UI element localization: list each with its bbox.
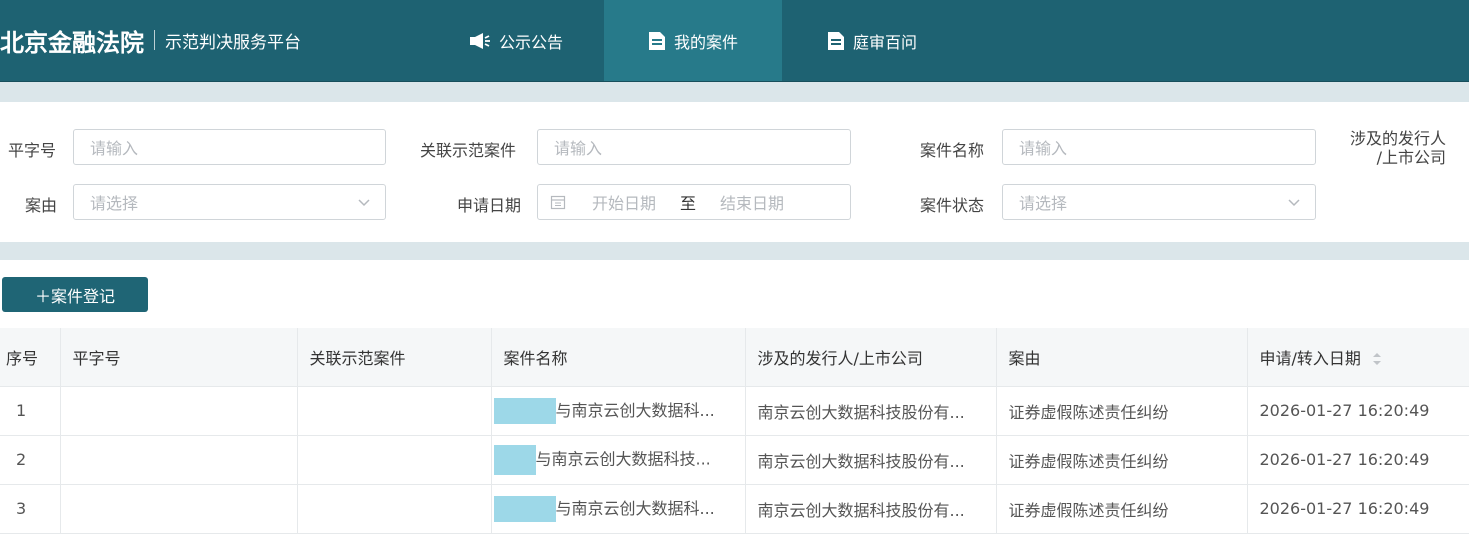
cell-ping-zi-hao	[60, 484, 298, 534]
table-header-row: 序号 平字号 关联示范案件 案件名称 涉及的发行人/上市公司 案由 申请/转入日…	[0, 328, 1469, 387]
nav-label: 公示公告	[498, 32, 563, 52]
cell-index: 2	[0, 435, 61, 485]
nav-label: 庭审百问	[852, 32, 917, 52]
column-header-index: 序号	[0, 328, 61, 387]
issuer-label-line2: /上市公司	[1376, 148, 1447, 167]
column-header-cause: 案由	[996, 328, 1248, 387]
cell-case-name: 与南京云创大数据科...	[491, 484, 746, 534]
date-header-label: 申请/转入日期	[1259, 348, 1361, 368]
document-icon	[827, 31, 844, 50]
cell-date: 2026-01-27 16:20:49	[1247, 386, 1469, 436]
cause-select[interactable]: 请选择	[73, 184, 386, 220]
cell-related-case	[297, 484, 492, 534]
table-row[interactable]: 3 与南京云创大数据科... 南京云创大数据科技股份有... 证券虚假陈述责任纠…	[0, 484, 1469, 534]
brand: 北京金融法院 示范判决服务平台	[0, 22, 301, 58]
filter-label-related-case: 关联示范案件	[420, 141, 517, 160]
cell-related-case	[297, 435, 492, 485]
cell-ping-zi-hao	[60, 386, 298, 436]
nav-my-cases[interactable]: 我的案件	[604, 0, 782, 81]
brand-divider	[154, 30, 155, 50]
table-row[interactable]: 1 与南京云创大数据科... 南京云创大数据科技股份有... 证券虚假陈述责任纠…	[0, 386, 1469, 436]
issuer-label-line1: 涉及的发行人	[1350, 129, 1447, 148]
column-header-issuer: 涉及的发行人/上市公司	[745, 328, 997, 387]
redacted-block	[493, 398, 556, 425]
start-date-input[interactable]: 开始日期	[592, 190, 656, 214]
brand-title: 北京金融法院	[0, 28, 144, 57]
filter-label-case-name: 案件名称	[920, 141, 985, 160]
cell-case-name: 与南京云创大数据科技...	[491, 435, 746, 485]
cell-index: 3	[0, 484, 61, 534]
related-case-input[interactable]: 请输入	[537, 129, 851, 165]
cell-ping-zi-hao	[60, 435, 298, 485]
placeholder: 请输入	[554, 139, 603, 158]
date-separator: 至	[680, 194, 697, 213]
cell-cause: 证券虚假陈述责任纠纷	[996, 435, 1248, 485]
filter-label-apply-date: 申请日期	[457, 196, 522, 215]
filter-label-status: 案件状态	[920, 196, 985, 215]
end-date-input[interactable]: 结束日期	[720, 190, 784, 214]
column-header-case-name: 案件名称	[491, 328, 746, 387]
table-row[interactable]: 2 与南京云创大数据科技... 南京云创大数据科技股份有... 证券虚假陈述责任…	[0, 435, 1469, 485]
placeholder: 请输入	[1019, 139, 1068, 158]
cell-cause: 证券虚假陈述责任纠纷	[996, 484, 1248, 534]
cases-table: 序号 平字号 关联示范案件 案件名称 涉及的发行人/上市公司 案由 申请/转入日…	[0, 328, 1469, 534]
column-header-ping-zi-hao: 平字号	[60, 328, 298, 387]
cell-issuer: 南京云创大数据科技股份有...	[745, 484, 997, 534]
placeholder: 请选择	[1019, 194, 1068, 213]
case-name-text: 与南京云创大数据科...	[555, 498, 715, 518]
document-icon	[648, 31, 665, 50]
redacted-block	[493, 444, 536, 475]
cell-related-case	[297, 386, 492, 436]
chevron-down-icon	[358, 199, 370, 207]
top-header: 北京金融法院 示范判决服务平台 公示公告 我的案件 庭审百问	[0, 0, 1469, 82]
sort-icon[interactable]	[1372, 352, 1382, 366]
placeholder: 请选择	[90, 194, 139, 213]
nav-announcements[interactable]: 公示公告	[428, 0, 604, 81]
calendar-icon	[550, 195, 566, 210]
nav-trial-faq[interactable]: 庭审百问	[782, 0, 962, 81]
brand-subtitle: 示范判决服务平台	[165, 32, 301, 53]
register-case-button[interactable]: ＋案件登记	[2, 277, 148, 312]
cell-cause: 证券虚假陈述责任纠纷	[996, 386, 1248, 436]
cell-date: 2026-01-27 16:20:49	[1247, 435, 1469, 485]
case-name-text: 与南京云创大数据科...	[555, 400, 715, 420]
ping-zi-hao-input[interactable]: 请输入	[73, 129, 386, 165]
nav-label: 我的案件	[673, 32, 738, 52]
chevron-down-icon	[1288, 199, 1300, 207]
cell-date: 2026-01-27 16:20:49	[1247, 484, 1469, 534]
case-name-text: 与南京云创大数据科技...	[535, 449, 711, 468]
case-name-input[interactable]: 请输入	[1002, 129, 1316, 165]
middle-divider-band	[0, 242, 1469, 260]
cell-case-name: 与南京云创大数据科...	[491, 386, 746, 436]
redacted-block	[493, 496, 556, 523]
placeholder: 请输入	[90, 139, 139, 158]
cell-issuer: 南京云创大数据科技股份有...	[745, 435, 997, 485]
column-header-related-case: 关联示范案件	[297, 328, 492, 387]
filter-label-issuer: 涉及的发行人 /上市公司	[1350, 129, 1446, 167]
megaphone-icon	[469, 32, 490, 49]
column-header-date[interactable]: 申请/转入日期	[1247, 328, 1469, 387]
filter-label-ping-zi-hao: 平字号	[8, 141, 57, 160]
apply-date-range[interactable]: 开始日期 至 结束日期	[537, 184, 851, 220]
top-divider-band	[0, 82, 1469, 102]
filter-label-cause: 案由	[25, 196, 58, 215]
cell-index: 1	[0, 386, 61, 436]
status-select[interactable]: 请选择	[1002, 184, 1316, 220]
cell-issuer: 南京云创大数据科技股份有...	[745, 386, 997, 436]
